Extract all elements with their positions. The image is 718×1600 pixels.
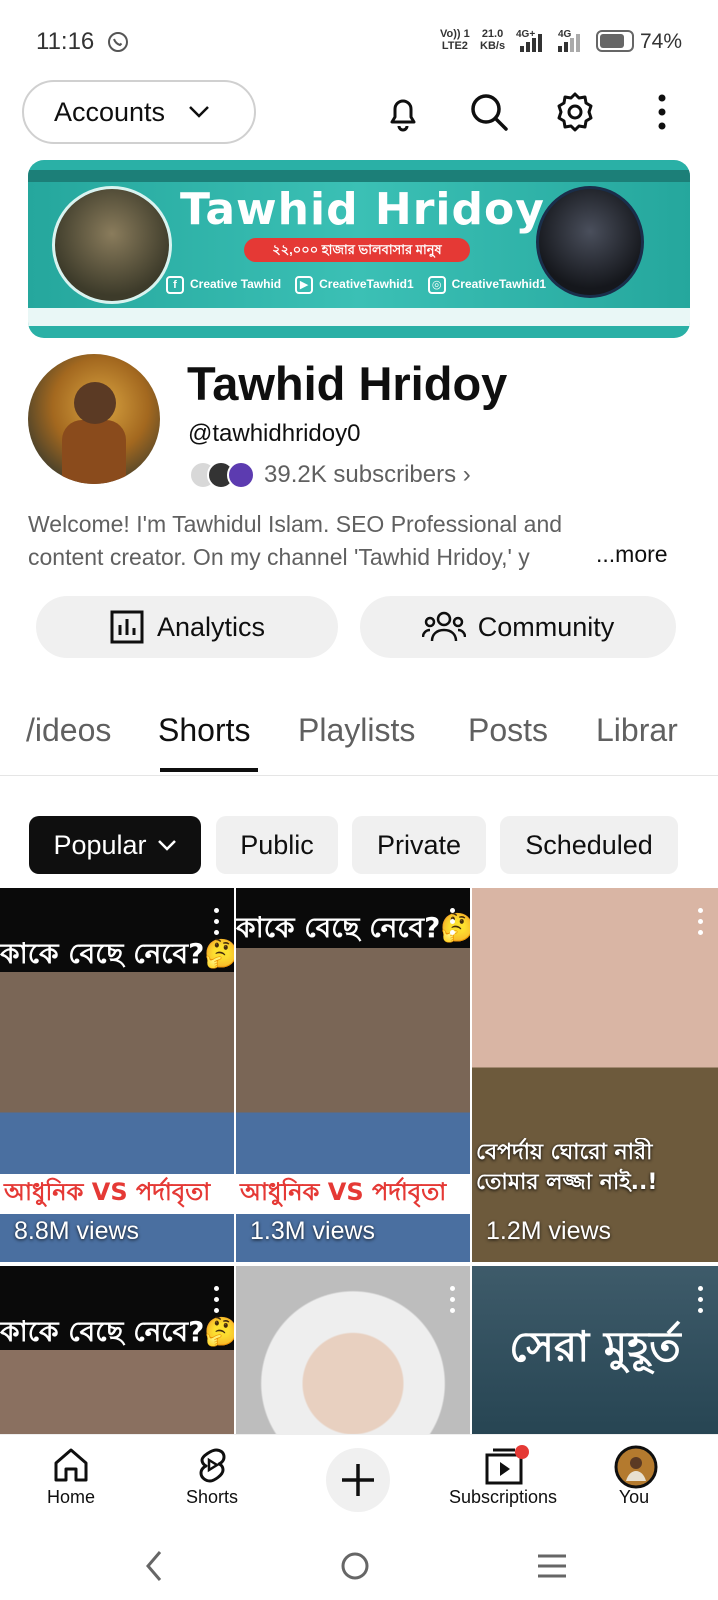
analytics-icon [110,610,144,644]
clock: 11:16 [36,28,95,55]
shorts-icon [199,1448,226,1483]
nav-subscriptions[interactable]: Subscriptions [443,1435,563,1533]
tab-videos[interactable]: /ideos [26,712,111,749]
short-item[interactable]: বেপর্দায় ঘোরো নারী তোমার লজ্জা নাই..! 1… [472,888,718,1262]
chip-scheduled[interactable]: Scheduled [500,816,678,874]
more-link[interactable]: ...more [582,541,668,568]
nav-shorts[interactable]: Shorts [152,1435,272,1533]
more-vert-icon[interactable] [450,908,456,936]
bell-icon[interactable] [381,90,425,134]
channel-tabs: /ideos Shorts Playlists Posts Librar [0,700,718,776]
subscriptions-icon [485,1445,529,1485]
more-vert-icon[interactable] [640,90,684,134]
chip-private[interactable]: Private [352,816,486,874]
chip-popular[interactable]: Popular [29,816,201,874]
channel-description[interactable]: Welcome! I'm Tawhidul Islam. SEO Profess… [28,508,668,574]
youtube-handle: ▶ CreativeTawhid1 [295,276,414,294]
system-navigation-bar [0,1532,718,1600]
svg-text:4G: 4G [558,29,572,40]
banner-title: Tawhid Hridoy [180,184,545,235]
more-vert-icon[interactable] [698,1286,704,1314]
home-icon [54,1448,88,1482]
short-item[interactable]: কাকে বেছে নেবে?🤔❤️ [0,1266,234,1434]
channel-handle: @tawhidhridoy0 [188,420,361,447]
chevron-down-icon [189,106,209,118]
nav-home[interactable]: Home [11,1435,131,1533]
subscriber-avatars [189,461,259,491]
chip-public[interactable]: Public [216,816,338,874]
analytics-button[interactable]: Analytics [36,596,338,658]
network-type: Vo)) 1 LTE2 [440,28,470,52]
channel-avatar[interactable] [28,354,160,484]
tab-shorts[interactable]: Shorts [158,712,250,749]
more-vert-icon[interactable] [214,908,220,936]
avatar [614,1445,658,1489]
short-item[interactable]: সেরা মুহূর্ত [472,1266,718,1434]
network-speed: 21.0 KB/s [480,28,506,52]
signal-icon: 4G [558,29,580,52]
battery-icon [596,30,634,52]
chevron-down-icon [157,840,176,851]
chevron-right-icon: › [462,461,471,488]
facebook-icon: f [166,276,184,294]
gear-icon[interactable] [553,90,597,134]
back-icon[interactable] [142,1548,166,1584]
recents-icon[interactable] [534,1550,570,1582]
short-item[interactable]: কাকে বেছে নেবে?🤔❤️ আধুনিক VS পর্দাবৃতা 1… [236,888,470,1262]
active-tab-indicator [160,768,258,772]
accounts-label: Accounts [54,96,166,127]
channel-banner: Tawhid Hridoy ২২,০০০ হাজার ভালবাসার মানু… [28,160,690,338]
more-vert-icon[interactable] [214,1286,220,1314]
banner-socials: f Creative Tawhid ▶ CreativeTawhid1 ◎ Creat… [166,276,546,294]
facebook-handle: f Creative Tawhid [166,276,281,294]
people-icon [421,611,466,642]
home-circle-icon[interactable] [337,1548,373,1584]
create-button[interactable] [326,1448,390,1512]
tab-library[interactable]: Librar [596,712,678,749]
banner-group-photo [52,186,172,304]
tab-posts[interactable]: Posts [468,712,548,749]
short-item[interactable] [236,1266,470,1434]
community-button[interactable]: Community [360,596,676,658]
battery-percent: 74% [640,30,683,53]
search-icon[interactable] [467,90,511,134]
plus-icon [342,1464,374,1496]
view-count: 8.8M views [14,1217,140,1245]
youtube-icon: ▶ [295,276,314,294]
short-item[interactable]: কাকে বেছে নেবে?🤔❤️ আধুনিক VS পর্দাবৃতা 8… [0,888,234,1262]
banner-tagline: ২২,০০০ হাজার ভালবাসার মানুষ [244,238,470,262]
status-bar: 11:16 Vo)) 1 LTE2 21.0 KB/s 4G+ 4G 74% [0,0,718,80]
subscriber-count[interactable]: 39.2K subscribers › [264,461,471,489]
more-vert-icon[interactable] [450,1286,456,1314]
view-count: 1.3M views [250,1217,376,1245]
signal-icon: 4G+ [516,29,542,52]
channel-name: Tawhid Hridoy [187,357,508,410]
view-count: 1.2M views [486,1217,612,1245]
accounts-dropdown[interactable]: Accounts [22,80,256,144]
nav-you[interactable]: You [574,1435,694,1533]
more-vert-icon[interactable] [698,908,704,936]
whatsapp-icon [108,32,128,52]
instagram-handle: ◎ CreativeTawhid1 [427,276,546,294]
banner-portrait-photo [536,186,644,298]
tab-playlists[interactable]: Playlists [298,712,415,749]
instagram-icon: ◎ [427,276,446,294]
